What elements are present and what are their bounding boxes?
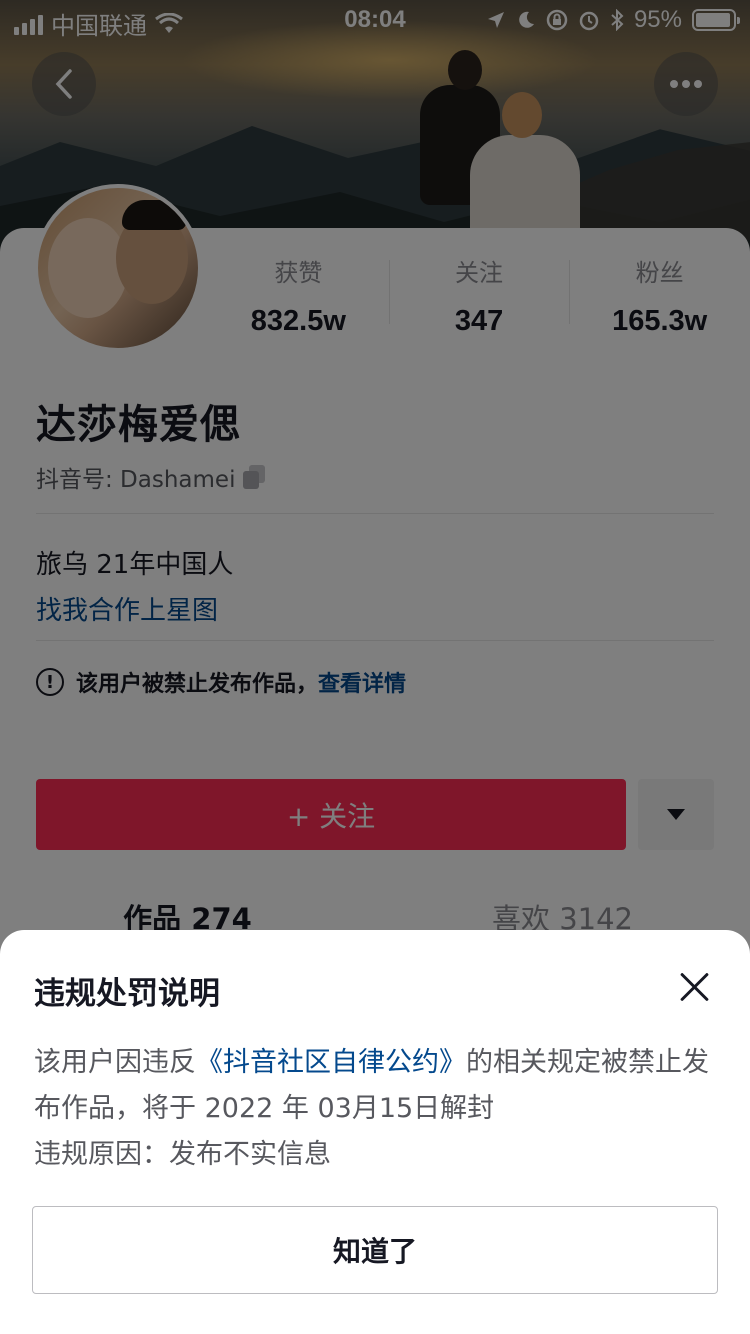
violation-sheet: 违规处罚说明 该用户因违反《抖音社区自律公约》的相关规定被禁止发布作品，将于 2…: [0, 930, 750, 1334]
close-button[interactable]: [674, 966, 714, 1006]
sheet-body: 该用户因违反《抖音社区自律公约》的相关规定被禁止发布作品，将于 2022 年 0…: [34, 1040, 724, 1178]
community-convention-link[interactable]: 《抖音社区自律公约》: [196, 1047, 466, 1078]
acknowledge-button[interactable]: 知道了: [32, 1206, 718, 1294]
sheet-body-prefix: 该用户因违反: [34, 1047, 196, 1078]
violation-reason: 违规原因：发布不实信息: [34, 1139, 331, 1170]
sheet-title: 违规处罚说明: [34, 976, 220, 1012]
